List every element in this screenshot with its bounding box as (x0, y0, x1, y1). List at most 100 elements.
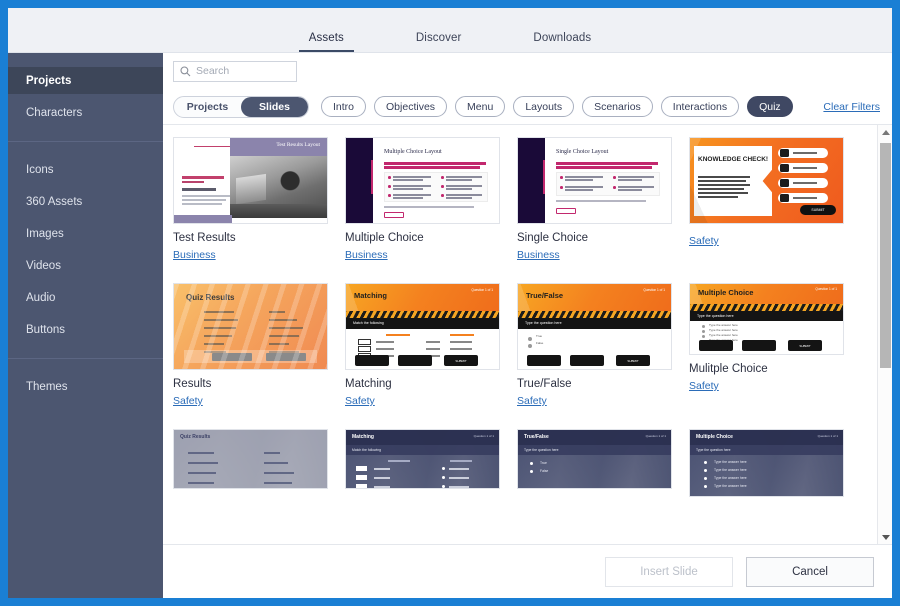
slide-card[interactable]: Matching Question 1 of 1 Match the follo… (345, 429, 500, 497)
filter-chip-objectives[interactable]: Objectives (374, 96, 448, 117)
thumb-true-label: True (536, 334, 543, 338)
slide-card[interactable]: True/False Question 1 of 1 Type the ques… (517, 283, 672, 409)
slide-tag[interactable]: Safety (173, 395, 203, 407)
cancel-button[interactable]: Cancel (746, 556, 874, 587)
slide-tag[interactable]: Business (173, 249, 216, 261)
thumb-heading: Multiple Choice Layout (384, 149, 442, 155)
slide-thumbnail-navy-multiple-choice[interactable]: Multiple Choice Question 1 of 1 Type the… (689, 429, 844, 497)
sidebar-group-media: Icons 360 Assets Images Videos Audio But… (8, 141, 163, 358)
slide-thumbnail-true-false[interactable]: True/False Question 1 of 1 Type the ques… (517, 283, 672, 370)
scroll-down-arrow[interactable] (878, 530, 892, 544)
tab-assets[interactable]: Assets (298, 32, 355, 52)
slide-title: Results (173, 378, 212, 390)
vertical-scrollbar[interactable] (877, 125, 892, 544)
window-content: Assets Discover Downloads Projects Chara… (8, 8, 892, 598)
slide-card[interactable]: Quiz Results (173, 429, 328, 497)
scope-toggle-slides[interactable]: Slides (241, 96, 308, 117)
slide-thumbnail-multiple-choice[interactable]: Multiple Choice Question 1 of 1 Type the… (689, 283, 844, 355)
search-icon (180, 65, 191, 76)
tab-downloads[interactable]: Downloads (527, 32, 597, 52)
main-area: Projects Characters Icons 360 Assets Ima… (8, 53, 892, 598)
slide-card[interactable]: KNOWLEDGE CHECK! SUBMIT Safety (689, 137, 844, 263)
thumb-heading: Matching (352, 434, 374, 440)
thumb-counter: Question 1 of 1 (471, 288, 493, 292)
scope-toggle: Projects Slides (173, 95, 309, 118)
filter-chip-objectives-label: Objectives (386, 100, 436, 113)
filter-chip-scenarios[interactable]: Scenarios (582, 96, 653, 117)
slide-tag[interactable]: Safety (345, 395, 375, 407)
tab-downloads-label: Downloads (533, 32, 592, 44)
sidebar-item-buttons[interactable]: Buttons (8, 316, 163, 343)
sidebar-item-characters-label: Characters (26, 106, 83, 119)
sidebar-item-audio-label: Audio (26, 291, 56, 304)
sidebar-item-icons[interactable]: Icons (8, 156, 163, 183)
sidebar-item-icons-label: Icons (26, 163, 54, 176)
filter-chip-interactions[interactable]: Interactions (660, 96, 740, 117)
slide-card[interactable]: Multiple Choice Question 1 of 1 Type the… (689, 429, 844, 497)
scrollbar-thumb[interactable] (880, 143, 891, 368)
sidebar-item-projects-label: Projects (26, 74, 72, 87)
slide-thumbnail-results[interactable]: Quiz Results (173, 283, 328, 370)
filter-chip-quiz[interactable]: Quiz (747, 96, 793, 117)
thumbnail-art: Quiz Results (174, 284, 327, 369)
thumbnail-art: Multiple Choice Layout (346, 138, 499, 223)
insert-slide-button[interactable]: Insert Slide (605, 556, 733, 587)
tab-discover[interactable]: Discover (410, 32, 468, 52)
tab-discover-label: Discover (415, 32, 462, 44)
thumb-question: Type the question here (697, 314, 734, 318)
slide-thumbnail-matching[interactable]: Matching Question 1 of 1 Match the follo… (345, 283, 500, 370)
slide-title: Multiple Choice (345, 232, 424, 244)
sidebar-item-characters[interactable]: Characters (8, 99, 163, 126)
slide-tag[interactable]: Safety (689, 235, 719, 247)
sidebar-item-images[interactable]: Images (8, 220, 163, 247)
slide-card[interactable]: Test Results Layout Test Results Busines… (173, 137, 328, 263)
sidebar-item-360-assets[interactable]: 360 Assets (8, 188, 163, 215)
sidebar-item-videos[interactable]: Videos (8, 252, 163, 279)
slide-title: Matching (345, 378, 392, 390)
slide-thumbnail-navy-matching[interactable]: Matching Question 1 of 1 Match the follo… (345, 429, 500, 489)
filter-bar: Projects Slides Intro Objectives Menu La… (163, 89, 892, 125)
sidebar-item-themes[interactable]: Themes (8, 373, 163, 400)
thumb-heading: True/False (524, 434, 549, 440)
scope-toggle-slides-label: Slides (259, 100, 290, 113)
slide-tag[interactable]: Safety (689, 380, 719, 392)
thumb-submit-label: SUBMIT (811, 208, 825, 212)
slide-thumbnail-navy-true-false[interactable]: True/False Question 1 of 1 Type the ques… (517, 429, 672, 489)
clear-filters-link[interactable]: Clear Filters (823, 101, 880, 113)
thumb-counter: Question 1 of 1 (643, 288, 665, 292)
thumb-heading: Single Choice Layout (556, 149, 609, 155)
filter-chip-menu[interactable]: Menu (455, 96, 506, 117)
cancel-label: Cancel (792, 565, 828, 578)
slide-thumbnail-single-choice-layout[interactable]: Single Choice Layout (517, 137, 672, 224)
slide-card[interactable]: Matching Question 1 of 1 Match the follo… (345, 283, 500, 409)
slide-thumbnail-navy-results[interactable]: Quiz Results (173, 429, 328, 489)
filter-chip-quiz-label: Quiz (759, 100, 781, 113)
slide-thumbnail-test-results[interactable]: Test Results Layout (173, 137, 328, 224)
filter-chip-intro[interactable]: Intro (321, 96, 367, 117)
slide-title: Test Results (173, 232, 236, 244)
slide-card[interactable]: True/False Question 1 of 1 Type the ques… (517, 429, 672, 497)
scroll-up-arrow[interactable] (878, 125, 892, 139)
filter-chip-layouts-label: Layouts (525, 100, 563, 113)
filter-chip-scenarios-label: Scenarios (594, 100, 641, 113)
search-row: Search (163, 53, 892, 89)
slide-thumbnail-multiple-choice-layout[interactable]: Multiple Choice Layout (345, 137, 500, 224)
slide-card[interactable]: Multiple Choice Layout Multiple Choice B… (345, 137, 500, 263)
slide-thumbnail-knowledge-check[interactable]: KNOWLEDGE CHECK! SUBMIT (689, 137, 844, 224)
filter-chip-layouts[interactable]: Layouts (513, 96, 575, 117)
thumb-heading: Quiz Results (186, 293, 235, 302)
sidebar-item-themes-label: Themes (26, 380, 68, 393)
slide-card[interactable]: Multiple Choice Question 1 of 1 Type the… (689, 283, 844, 409)
scope-toggle-projects[interactable]: Projects (174, 97, 241, 117)
search-input[interactable]: Search (173, 60, 297, 82)
sidebar-item-projects[interactable]: Projects (8, 67, 163, 94)
slide-tag[interactable]: Safety (517, 395, 547, 407)
slide-title: True/False (517, 378, 572, 390)
slide-tag[interactable]: Business (345, 249, 388, 261)
slide-card[interactable]: Quiz Results (173, 283, 328, 409)
search-placeholder: Search (196, 65, 230, 77)
slide-tag[interactable]: Business (517, 249, 560, 261)
filter-chip-interactions-label: Interactions (672, 100, 728, 113)
slide-card[interactable]: Single Choice Layout Single Choice Busin… (517, 137, 672, 263)
sidebar-item-audio[interactable]: Audio (8, 284, 163, 311)
